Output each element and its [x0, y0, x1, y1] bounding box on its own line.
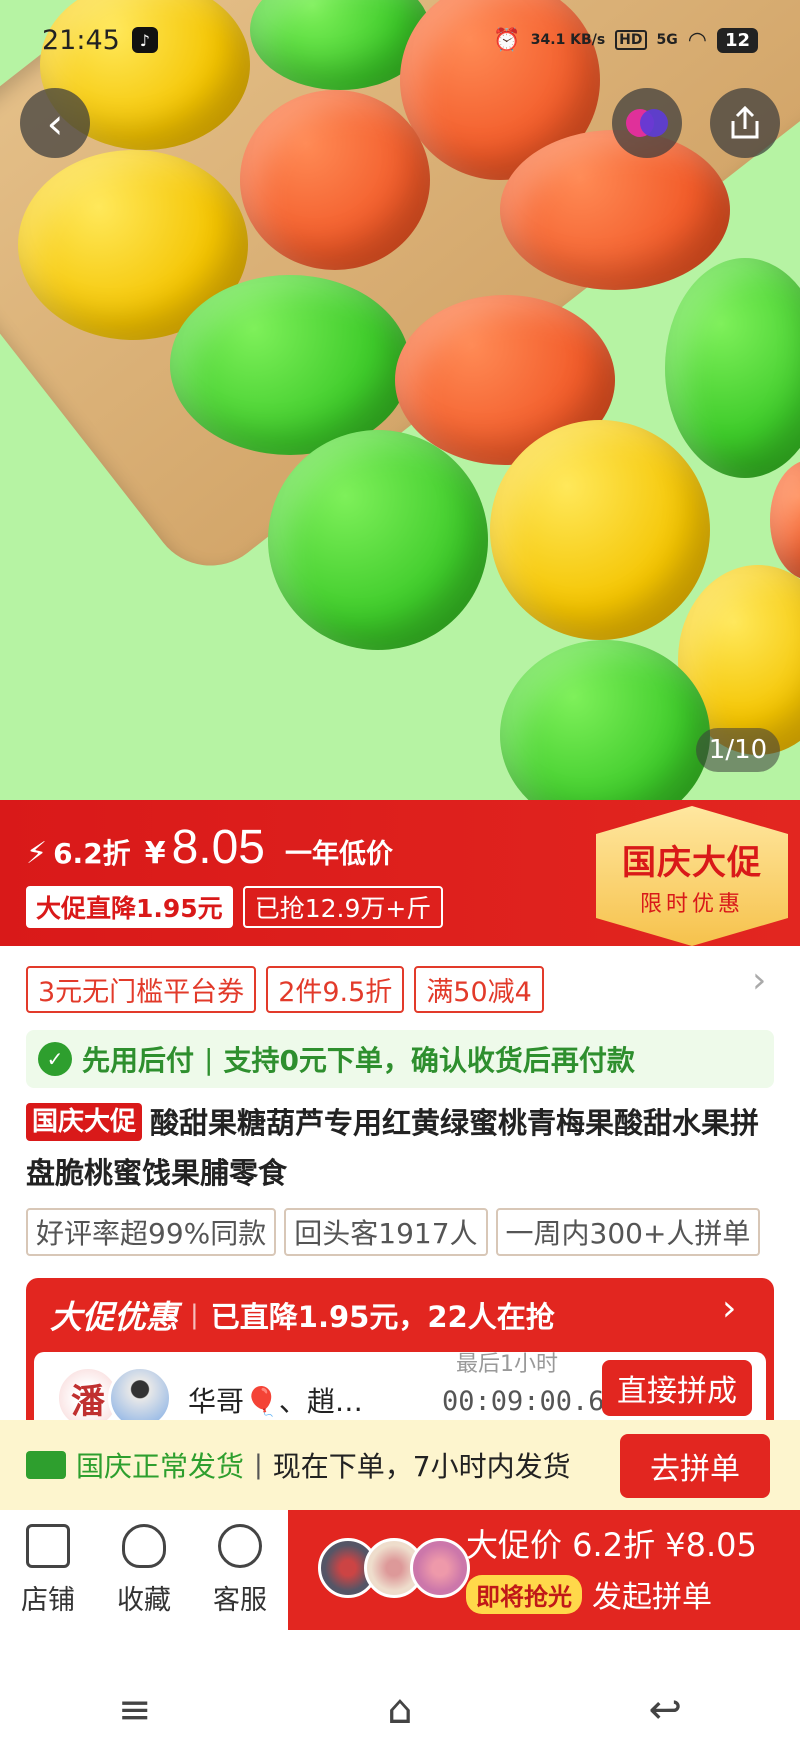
favorite-button[interactable]: 收藏	[104, 1524, 184, 1617]
favorite-label: 收藏	[117, 1585, 171, 1616]
status-time: 21:45	[42, 24, 120, 56]
selling-out-tag: 即将抢光	[466, 1574, 582, 1614]
promo-tag: 国庆大促	[26, 1103, 143, 1141]
divider: |	[254, 1450, 263, 1480]
heart-icon	[122, 1524, 166, 1568]
pay-later-icon: ✓	[38, 1042, 72, 1076]
stat-tag: 一周内300+人拼单	[495, 1208, 761, 1256]
badge-title: 国庆大促	[622, 842, 762, 883]
coupon-tag[interactable]: 2件9.5折	[266, 966, 405, 1013]
national-day-badge: 国庆大促 限时优惠	[596, 806, 788, 946]
back-button[interactable]: ‹	[20, 88, 90, 158]
sold-count-tag: 已抢12.9万+斤	[242, 886, 444, 928]
chevron-right-icon[interactable]: ›	[722, 1288, 736, 1329]
signal-icon: 5G	[656, 32, 678, 48]
share-icon	[731, 105, 759, 139]
pay-later-desc: 支持0元下单，确认收货后再付款	[223, 1044, 635, 1077]
product-page: 21:45 ♪ ⏰ 34.1 KB/s HD 5G ◠ 12 ‹ 1/10 ⚡ …	[0, 0, 800, 1760]
store-icon	[26, 1524, 70, 1568]
start-group-label: 发起拼单	[592, 1580, 712, 1615]
colorful-button[interactable]	[612, 88, 682, 158]
lightning-icon: ⚡	[26, 836, 48, 871]
stat-tag: 好评率超99%同款	[26, 1208, 277, 1256]
battery-icon: 12	[716, 27, 758, 53]
green-fruit	[665, 258, 800, 478]
price-note: 一年低价	[284, 839, 393, 870]
status-bar: 21:45 ♪ ⏰ 34.1 KB/s HD 5G ◠ 12	[0, 0, 800, 80]
discount-rate: 6.2折	[53, 837, 131, 870]
alarm-icon: ⏰	[493, 27, 521, 53]
chevron-right-icon[interactable]: ›	[752, 960, 766, 1001]
coupon-tag[interactable]: 3元无门槛平台券	[26, 966, 257, 1013]
shipping-banner: 国庆正常发货 | 现在下单，7小时内发货 去拼单	[0, 1420, 800, 1510]
store-button[interactable]: 店铺	[8, 1524, 88, 1617]
group-summary: 已直降1.95元，22人在抢	[210, 1300, 555, 1334]
currency-symbol: ¥	[144, 836, 166, 871]
back-icon[interactable]: ↩	[649, 1687, 683, 1733]
coupon-row[interactable]: 3元无门槛平台券 2件9.5折 满50减4	[26, 966, 786, 1013]
colorful-icon	[626, 109, 668, 137]
pay-later-banner[interactable]: ✓ 先用后付 | 支持0元下单，确认收货后再付款	[26, 1030, 774, 1088]
chat-icon	[218, 1524, 262, 1568]
stats-row: 好评率超99%同款 回头客1917人 一周内300+人拼单	[26, 1208, 761, 1256]
shipping-desc: 现在下单，7小时内发货	[272, 1450, 571, 1483]
store-label: 店铺	[21, 1585, 75, 1616]
wifi-icon: ◠	[687, 27, 707, 53]
stat-tag: 回头客1917人	[284, 1208, 488, 1256]
join-group-button[interactable]: 直接拼成	[602, 1360, 752, 1416]
avatar	[410, 1538, 470, 1598]
orange-fruit	[240, 90, 430, 270]
orange-fruit	[770, 460, 800, 580]
countdown-label: 最后1小时	[456, 1352, 558, 1377]
home-icon[interactable]: ⌂	[387, 1687, 412, 1733]
group-members: 华哥🎈、趙…	[188, 1385, 363, 1418]
chevron-left-icon: ‹	[46, 98, 64, 148]
truck-icon	[26, 1451, 66, 1479]
shipping-status: 国庆正常发货	[76, 1450, 245, 1483]
price-amount: 8.05	[171, 821, 265, 874]
customer-service-button[interactable]: 客服	[200, 1524, 280, 1617]
net-speed: 34.1 KB/s	[530, 32, 606, 48]
pay-later-title: 先用后付	[82, 1044, 195, 1077]
price-drop-tag: 大促直降1.95元	[26, 886, 233, 928]
service-label: 客服	[213, 1585, 267, 1616]
system-nav-bar: ≡ ⌂ ↩	[0, 1660, 800, 1760]
product-title: 国庆大促 酸甜果糖葫芦专用红黄绿蜜桃青梅果酸甜水果拼盘脆桃蜜饯果脯零食	[26, 1098, 774, 1198]
coupon-tag[interactable]: 满50减4	[414, 966, 544, 1013]
badge-subtitle: 限时优惠	[639, 891, 744, 917]
image-counter: 1/10	[696, 728, 780, 772]
countdown-timer: 00:09:00.6	[442, 1386, 605, 1417]
share-button[interactable]	[710, 88, 780, 158]
green-fruit	[268, 430, 488, 650]
go-group-button[interactable]: 去拼单	[620, 1434, 770, 1498]
yellow-fruit	[490, 420, 710, 640]
tiktok-icon: ♪	[131, 27, 158, 53]
group-label: 大促优惠	[50, 1298, 179, 1336]
start-group-button[interactable]: 大促价 6.2折 ¥8.05 即将抢光 发起拼单	[288, 1510, 800, 1630]
promo-price-label: 大促价 6.2折 ¥8.05	[466, 1526, 757, 1564]
orange-fruit	[500, 130, 730, 290]
action-bar: 店铺 收藏 客服 大促价 6.2折 ¥8.05 即将抢光 发起拼单	[0, 1510, 800, 1640]
green-fruit	[170, 275, 410, 455]
price-bar: ⚡ 6.2折 ¥ 8.05 一年低价 大促直降1.95元 已抢12.9万+斤 国…	[0, 800, 800, 946]
menu-icon[interactable]: ≡	[118, 1687, 152, 1733]
hd-icon: HD	[615, 30, 647, 50]
divider: |	[204, 1042, 214, 1076]
divider: |	[190, 1300, 199, 1330]
